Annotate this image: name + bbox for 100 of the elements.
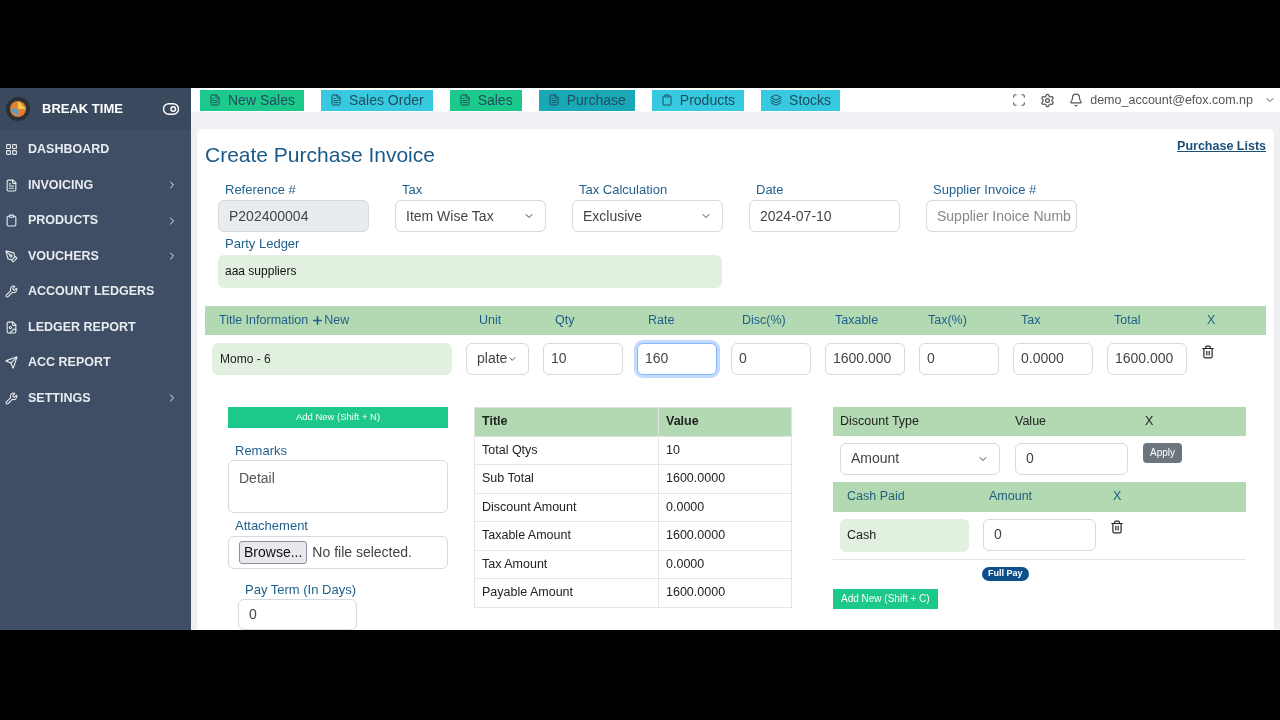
pen-icon: [5, 249, 18, 263]
field-label: Tax: [402, 180, 424, 199]
trash-icon[interactable]: [1201, 344, 1215, 359]
user-menu[interactable]: demo_account@efox.com.np: [1069, 90, 1276, 110]
sidebar-item[interactable]: LEDGER REPORT: [0, 309, 191, 345]
column-header: Value: [1015, 412, 1048, 430]
shortcut-button[interactable]: New Sales: [200, 89, 304, 111]
table-cell: Payable Amount: [474, 578, 659, 607]
document-icon: [5, 178, 18, 192]
sidebar-item[interactable]: VOUCHERS: [0, 238, 191, 274]
column-header: Qty: [555, 311, 575, 329]
input-field[interactable]: 1600.000: [825, 342, 905, 375]
apply-button[interactable]: Apply: [1143, 442, 1182, 463]
table-cell: Sub Total: [474, 464, 659, 493]
product-field[interactable]: Momo - 6: [212, 342, 452, 375]
party-ledger-field[interactable]: aaa suppliers: [218, 254, 722, 288]
file-status: No file selected.: [312, 542, 412, 562]
sidebar-item[interactable]: INVOICING: [0, 167, 191, 203]
trash-icon[interactable]: [1110, 519, 1124, 534]
field-label: Pay Term (In Days): [245, 580, 357, 599]
input-field[interactable]: Supplier Inoice Numb: [926, 200, 1077, 232]
shortcut-button[interactable]: Products: [651, 89, 745, 111]
table-cell: 0.0000: [658, 493, 792, 522]
settings-icon[interactable]: [1040, 92, 1056, 108]
document-icon: [547, 94, 560, 106]
layers-icon: [770, 94, 783, 106]
shortcut-button[interactable]: Stocks: [761, 89, 841, 111]
document-icon: [329, 94, 342, 106]
plus-icon: [311, 313, 325, 327]
input-field[interactable]: 0: [919, 342, 999, 375]
field-label: Tax Calculation: [579, 180, 669, 199]
input-field[interactable]: 0: [731, 342, 811, 375]
field-label: Attachement: [235, 517, 309, 535]
wrench-icon: [5, 391, 18, 405]
document-icon: [458, 94, 471, 106]
wrench-icon: [5, 285, 18, 299]
column-header: Total: [1114, 311, 1141, 329]
column-header: Disc(%): [742, 311, 786, 329]
field-label: Date: [756, 180, 785, 199]
column-header: Cash Paid: [847, 488, 906, 506]
field-label: Party Ledger: [225, 235, 301, 253]
shortcut-button[interactable]: Sales: [449, 89, 522, 111]
column-header: Discount Type: [840, 412, 920, 430]
table-cell: Taxable Amount: [474, 521, 659, 550]
table-cell: Tax Amount: [474, 550, 659, 579]
field-label: Supplier Invoice #: [933, 180, 1038, 199]
remarks-field[interactable]: Detail: [228, 460, 448, 513]
purchase-lists-link[interactable]: Purchase Lists: [1177, 137, 1266, 156]
report-icon: [5, 320, 18, 334]
column-header: X: [1113, 488, 1123, 506]
sidebar-item[interactable]: DASHBOARD: [0, 132, 191, 168]
reference-field[interactable]: P202400004: [218, 200, 369, 232]
payment-method-field[interactable]: Cash: [840, 518, 969, 552]
paper-plane-icon: [5, 356, 18, 370]
table-cell: 0.0000: [658, 550, 792, 579]
amount-field[interactable]: 0: [983, 518, 1096, 551]
new-item-link[interactable]: New: [311, 310, 350, 330]
table-cell: 1600.0000: [658, 578, 792, 607]
table-cell: Total Qtys: [474, 436, 659, 465]
brand-name: BREAK TIME: [42, 100, 123, 119]
column-header: Unit: [479, 311, 502, 329]
sidebar-item[interactable]: PRODUCTS: [0, 203, 191, 239]
file-field[interactable]: Browse... No file selected.: [228, 535, 448, 569]
column-header: Tax: [1021, 311, 1041, 329]
column-header: Tax(%): [928, 311, 967, 329]
full-pay-button[interactable]: Full Pay: [982, 566, 1029, 581]
input-field[interactable]: 160: [637, 342, 717, 375]
sidebar-item[interactable]: SETTINGS: [0, 380, 191, 416]
table-cell: 1600.0000: [658, 521, 792, 550]
fullscreen-icon[interactable]: [1012, 93, 1027, 107]
input-field[interactable]: 0.0000: [1013, 342, 1093, 375]
input-field[interactable]: 1600.000: [1107, 342, 1187, 375]
select-field[interactable]: Exclusive: [572, 200, 723, 232]
discount-type-select[interactable]: Amount: [840, 442, 1000, 475]
page-title: Create Purchase Invoice: [205, 142, 435, 168]
grid-icon: [5, 143, 18, 157]
browse-button[interactable]: Browse...: [239, 540, 308, 564]
column-header: Title: [474, 407, 659, 436]
sidebar-item[interactable]: ACCOUNT LEDGERS: [0, 274, 191, 310]
column-header: Taxable: [835, 311, 879, 329]
table-cell: 1600.0000: [658, 464, 792, 493]
shortcut-button[interactable]: Sales Order: [320, 89, 433, 111]
date-field[interactable]: 2024-07-10: [749, 200, 900, 232]
column-header: Value: [658, 407, 792, 436]
column-header: X: [1207, 311, 1216, 329]
document-icon: [209, 94, 221, 106]
field-label: Remarks: [235, 441, 288, 460]
clipboard-icon: [660, 94, 673, 106]
bell-icon: [1069, 93, 1084, 107]
toggle-icon[interactable]: [162, 100, 180, 118]
field-label: Reference #: [225, 180, 297, 199]
column-header: Rate: [648, 311, 675, 329]
unit-select[interactable]: plate: [466, 342, 529, 375]
logo-icon: [5, 96, 31, 122]
column-header: Amount: [989, 488, 1034, 506]
input-field[interactable]: 10: [543, 342, 623, 375]
select-field[interactable]: Item Wise Tax: [395, 200, 546, 232]
discount-value-field[interactable]: 0: [1015, 442, 1128, 475]
sidebar-item[interactable]: ACC REPORT: [0, 345, 191, 381]
table-cell: 10: [658, 436, 792, 465]
